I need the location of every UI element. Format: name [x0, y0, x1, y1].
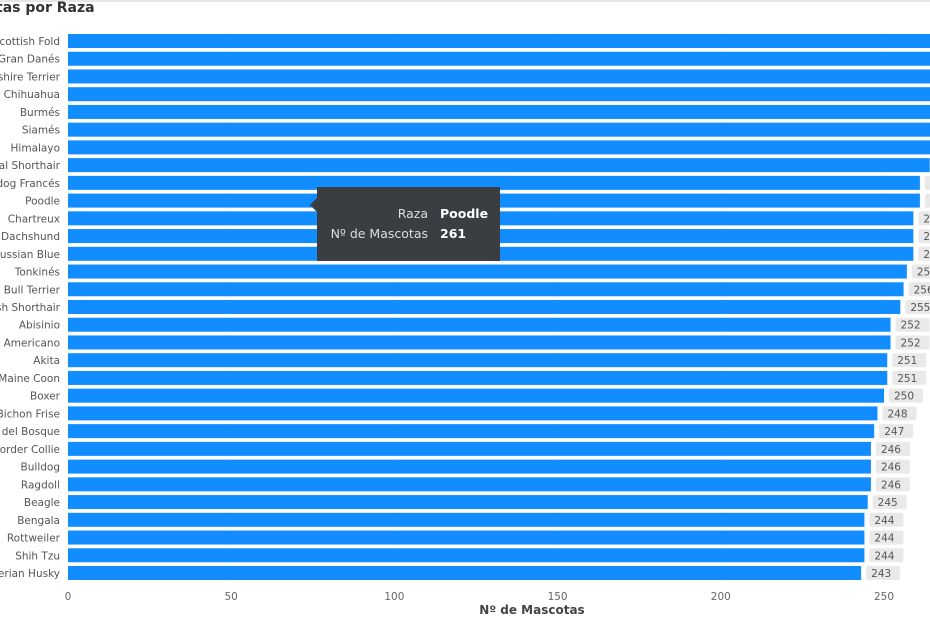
y-category-label: Boxer: [30, 391, 61, 403]
data-label: 25: [917, 267, 930, 279]
bar[interactable]: [68, 406, 878, 421]
bar[interactable]: [68, 424, 875, 439]
data-label: 252: [901, 337, 921, 349]
data-label: 246: [881, 444, 901, 456]
bar[interactable]: [68, 441, 871, 456]
y-category-label: Chihuahua: [4, 89, 60, 101]
x-tick-label: 250: [874, 591, 894, 603]
y-category-label: rkshire Terrier: [0, 71, 61, 83]
x-tick-label: 50: [225, 591, 238, 603]
y-category-label: Chartreux: [8, 213, 60, 225]
bar[interactable]: [68, 300, 901, 314]
y-category-label: Himalayo: [11, 142, 60, 154]
data-label: 2: [923, 213, 930, 225]
data-label: 244: [874, 533, 894, 545]
bar[interactable]: [68, 122, 930, 137]
y-category-label: Akita: [33, 355, 60, 367]
x-tick-label: 100: [384, 591, 404, 603]
y-category-label: Tonkinés: [14, 267, 60, 279]
bar[interactable]: [68, 140, 930, 155]
y-category-label: Scottish Fold: [0, 36, 60, 48]
bar[interactable]: [68, 370, 888, 385]
y-category-label: Dachshund: [1, 231, 60, 243]
data-label: 251: [897, 373, 917, 385]
x-tick-label: 200: [711, 591, 731, 603]
bar[interactable]: [68, 388, 884, 403]
bar[interactable]: [68, 548, 865, 563]
tooltip-key: Nº de Mascotas: [330, 226, 428, 241]
y-category-label: Border Collie: [0, 444, 60, 456]
x-tick-label: 150: [548, 591, 568, 603]
tooltip: Raza Poodle Nº de Mascotas 261: [310, 187, 500, 261]
data-label: 245: [878, 497, 898, 509]
y-category-label: se Americano: [0, 337, 60, 349]
bar[interactable]: [68, 530, 865, 545]
data-label: 246: [881, 479, 901, 491]
data-label: 2: [923, 231, 930, 243]
y-category-label: Maine Coon: [0, 373, 60, 385]
bar[interactable]: [68, 353, 888, 368]
y-category-label: Burmés: [20, 107, 60, 119]
data-label: 246: [881, 462, 901, 474]
bar[interactable]: [68, 495, 868, 510]
y-category-label: Bengala: [17, 515, 60, 527]
bar[interactable]: [68, 317, 891, 332]
y-category-label: Bichon Frise: [0, 408, 60, 420]
tooltip-key: Raza: [397, 206, 428, 221]
x-axis-label: Nº de Mascotas: [479, 603, 585, 617]
bar[interactable]: [68, 335, 891, 350]
y-category-label: Gran Danés: [0, 54, 60, 66]
x-tick-label: 0: [65, 591, 72, 603]
y-category-label: Poodle: [25, 196, 60, 208]
tooltip-value: Poodle: [440, 206, 489, 221]
data-label: 2: [923, 249, 930, 261]
bar[interactable]: [68, 34, 930, 48]
y-category-label: Siamés: [22, 125, 60, 137]
data-label: 252: [901, 320, 921, 332]
y-category-label: Abisinio: [19, 320, 60, 332]
data-label: 244: [874, 550, 894, 562]
y-category-label: o del Bosque: [0, 426, 60, 438]
data-label: 251: [897, 355, 917, 367]
y-category-label: berian Husky: [0, 568, 60, 580]
y-category-label: Russian Blue: [0, 249, 60, 261]
data-label: 248: [887, 408, 907, 420]
tooltip-value: 261: [440, 226, 467, 241]
bar[interactable]: [68, 566, 862, 580]
bar[interactable]: [68, 104, 930, 119]
data-label: 247: [884, 426, 904, 438]
bar[interactable]: [68, 264, 907, 279]
data-label: 244: [874, 515, 894, 527]
data-label: 255: [910, 302, 930, 314]
y-category-label: ntal Shorthair: [0, 160, 61, 172]
y-category-label: Ragdoll: [21, 479, 60, 491]
bar-chart: 0 50 100 150 200 250 Scottish Fold Gran Danés rk…: [0, 32, 930, 603]
bar[interactable]: [68, 459, 871, 474]
bar[interactable]: [68, 87, 930, 102]
bar[interactable]: [68, 282, 904, 297]
data-label: 256: [914, 284, 930, 296]
bar[interactable]: [68, 158, 930, 173]
data-label: 250: [894, 391, 914, 403]
y-category-label: Shih Tzu: [15, 550, 60, 562]
bar[interactable]: [68, 512, 865, 527]
bar[interactable]: [68, 69, 930, 84]
data-label: 243: [871, 568, 891, 580]
y-category-label: Rottweiler: [7, 533, 61, 545]
bar[interactable]: [68, 477, 871, 492]
y-category-label: tish Shorthair: [0, 302, 61, 314]
bar[interactable]: [68, 51, 930, 66]
data-label-bg: [924, 193, 930, 208]
y-category-label: lldog Francés: [0, 178, 60, 190]
y-category-label: re Bull Terrier: [0, 284, 61, 296]
y-category-label: Beagle: [24, 497, 60, 509]
y-category-label: Bulldog: [21, 462, 60, 474]
data-label-bg: [924, 175, 930, 190]
